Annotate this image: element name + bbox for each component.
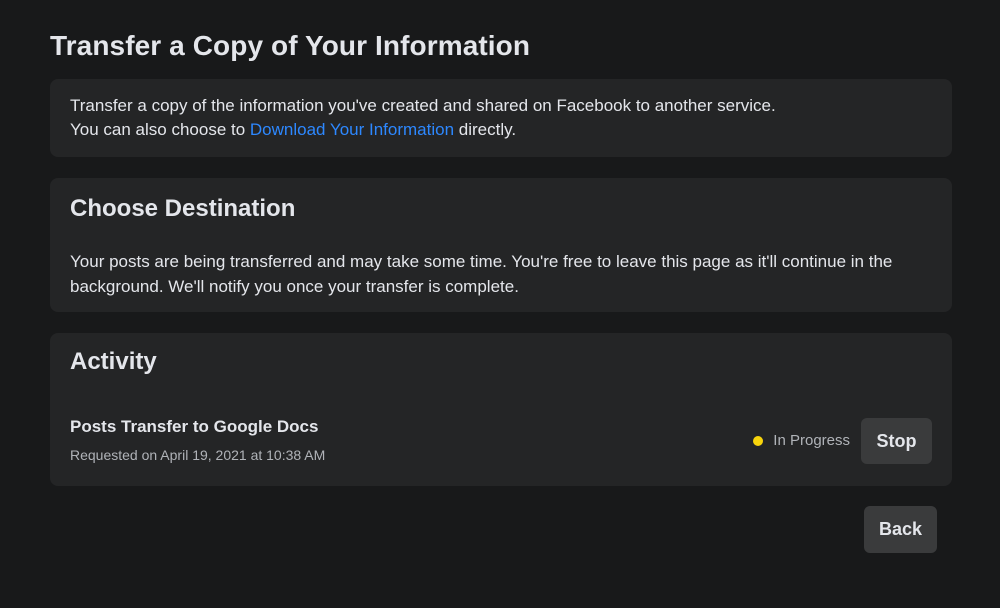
status-dot-icon <box>753 435 764 446</box>
destination-description: Your posts are being transferred and may… <box>70 252 893 296</box>
choose-destination-card: Choose Destination Your posts are being … <box>50 178 952 312</box>
activity-item-name: Posts Transfer to Google Docs <box>70 417 319 436</box>
download-your-information-link[interactable]: Download Your Information <box>250 120 454 139</box>
activity-item: Posts Transfer to Google Docs Requested … <box>70 417 932 465</box>
intro-text-line1: Transfer a copy of the information you'v… <box>70 96 776 115</box>
stop-button[interactable]: Stop <box>861 418 932 464</box>
intro-card: Transfer a copy of the information you'v… <box>50 79 952 157</box>
intro-text-prefix: You can also choose to <box>70 120 250 139</box>
activity-card: Activity Posts Transfer to Google Docs R… <box>50 333 952 486</box>
intro-text: Transfer a copy of the information you'v… <box>70 94 932 142</box>
activity-title: Activity <box>70 348 157 375</box>
status-label: In Progress <box>773 432 850 449</box>
back-button[interactable]: Back <box>864 506 937 553</box>
intro-text-suffix: directly. <box>454 120 517 139</box>
transfer-page: Transfer a Copy of Your Information Tran… <box>0 0 1000 608</box>
status-indicator: In Progress <box>753 432 850 449</box>
page-title: Transfer a Copy of Your Information <box>50 30 531 61</box>
choose-destination-title: Choose Destination <box>70 195 296 222</box>
activity-item-requested: Requested on April 19, 2021 at 10:38 AM <box>70 447 326 463</box>
